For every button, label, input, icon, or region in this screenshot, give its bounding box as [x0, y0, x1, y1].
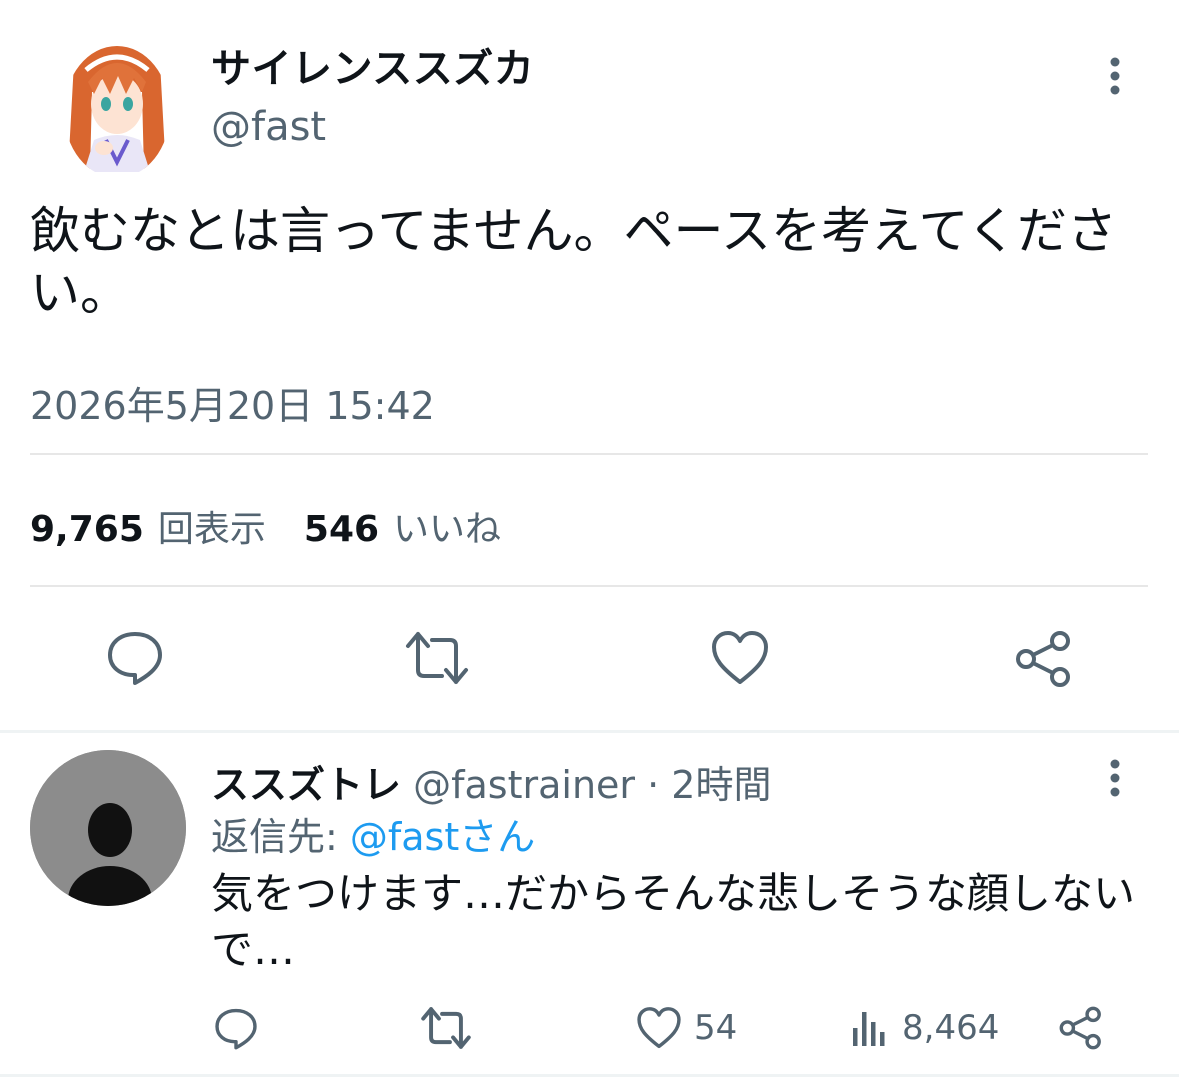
retweet-button[interactable]: [404, 630, 470, 686]
like-icon: [712, 631, 768, 684]
reply-author-handle[interactable]: @fastrainer: [413, 763, 635, 807]
reply-share-button[interactable]: [1058, 1005, 1116, 1051]
retweet-icon: [421, 1007, 471, 1049]
more-options-icon[interactable]: [1100, 56, 1130, 96]
reply-icon: [108, 632, 162, 685]
reply-author-name[interactable]: ススズトレ: [211, 763, 401, 807]
default-silhouette-avatar-image: [30, 750, 186, 906]
reply-retweet-button[interactable]: [420, 1005, 484, 1051]
meta-separator: ·: [635, 763, 672, 807]
reply-reply-button[interactable]: [214, 1005, 270, 1051]
views-icon: [853, 1012, 885, 1046]
replying-to-label: 返信先:: [211, 815, 350, 859]
views-label: 回表示: [157, 509, 266, 550]
retweet-icon: [406, 632, 468, 684]
reply-like-button[interactable]: 54: [636, 1005, 737, 1051]
author-name[interactable]: サイレンススズカ: [211, 36, 534, 94]
reply-views-button[interactable]: 8,464: [850, 1005, 999, 1051]
reply-author-avatar[interactable]: [30, 750, 186, 906]
tweet-stats: 9,765 回表示 546 いいね: [30, 500, 539, 552]
reply-time[interactable]: 2時間: [671, 763, 771, 807]
reply-icon: [215, 1008, 257, 1050]
reply-text: 気をつけます…だからそんな悲しそうな顔しないで…: [211, 869, 1136, 974]
author-avatar[interactable]: [64, 22, 170, 178]
tweet-timestamp[interactable]: 2026年5月20日 15:42: [30, 375, 435, 430]
share-button[interactable]: [1014, 630, 1074, 688]
replying-to-mention[interactable]: @fastさん: [350, 815, 535, 859]
thread-separator: [0, 730, 1179, 733]
reply-views-count: 8,464: [902, 1008, 1000, 1048]
tweet-text: 飲むなとは言ってません。ペースを考えてください。: [30, 202, 1117, 322]
like-button[interactable]: [710, 630, 770, 686]
like-icon: [637, 1007, 681, 1049]
divider: [30, 453, 1148, 455]
share-icon: [1059, 1006, 1101, 1050]
reply-button[interactable]: [106, 628, 164, 686]
share-icon: [1016, 631, 1070, 687]
views-count: 9,765: [30, 509, 144, 550]
reply-header: ススズトレ @fastrainer · 2時間: [211, 754, 771, 809]
divider: [30, 585, 1148, 587]
author-handle[interactable]: @fast: [211, 104, 326, 150]
anime-character-avatar-image: [64, 46, 170, 178]
reply-more-options-icon[interactable]: [1100, 758, 1130, 798]
likes-count[interactable]: 546: [304, 509, 379, 550]
reply-like-count: 54: [694, 1008, 738, 1048]
likes-label[interactable]: いいね: [393, 500, 501, 552]
replying-to: 返信先: @fastさん: [211, 806, 535, 861]
